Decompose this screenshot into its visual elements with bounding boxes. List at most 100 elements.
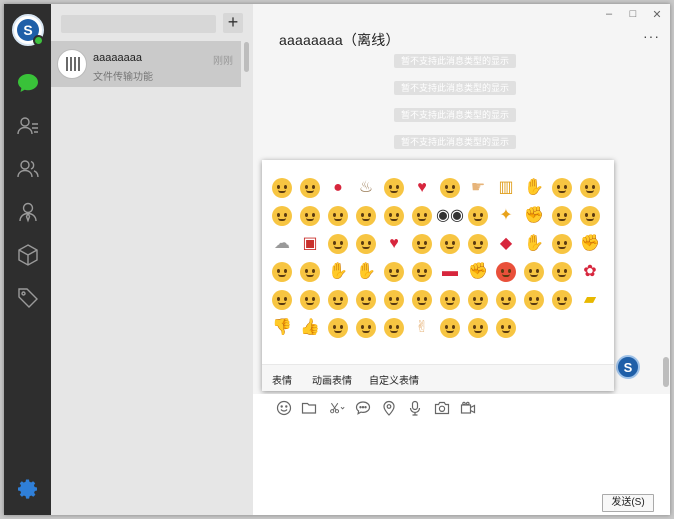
sweating-face-emoji-icon[interactable] xyxy=(354,204,378,228)
settings-gear-icon[interactable] xyxy=(15,476,41,502)
pouting-face-emoji-icon[interactable] xyxy=(494,260,518,284)
worried-face-emoji-icon[interactable] xyxy=(466,316,490,340)
message-input[interactable]: 发送(S) xyxy=(253,422,670,515)
fist-emoji-icon[interactable]: ✊ xyxy=(466,260,490,284)
tab-animated-emoji[interactable]: 动画表情 xyxy=(312,372,352,387)
angry-face-emoji-icon[interactable] xyxy=(270,176,294,200)
raised-fist-emoji-icon[interactable]: ✊ xyxy=(522,204,546,228)
smirk-face-emoji-icon[interactable] xyxy=(550,260,574,284)
pensive-face-emoji-icon[interactable] xyxy=(382,260,406,284)
tab-emoji[interactable]: 表情 xyxy=(272,372,292,387)
squinting-face-emoji-icon[interactable] xyxy=(466,288,490,312)
kiss-face-emoji-icon[interactable] xyxy=(438,176,462,200)
thumbs-down-emoji-icon[interactable]: 👎 xyxy=(270,316,294,340)
list-scrollbar[interactable] xyxy=(244,42,249,72)
microphone-icon[interactable] xyxy=(406,399,424,417)
crying-face-emoji-icon[interactable] xyxy=(298,204,322,228)
emoji-icon[interactable] xyxy=(275,399,293,417)
unamused-face-emoji-icon[interactable] xyxy=(410,288,434,312)
yum-face-emoji-icon[interactable] xyxy=(494,316,518,340)
fearful-face-emoji-icon[interactable] xyxy=(550,176,574,200)
beaming-face-emoji-icon[interactable] xyxy=(382,288,406,312)
sad-face-emoji-icon[interactable] xyxy=(326,204,350,228)
chat-scrollbar[interactable] xyxy=(663,357,669,387)
blushing-face-emoji-icon[interactable] xyxy=(382,204,406,228)
scream-face-emoji-icon[interactable] xyxy=(466,204,490,228)
handshake-emoji-icon[interactable]: ✋ xyxy=(522,176,546,200)
add-button[interactable]: + xyxy=(223,13,243,33)
mask-face-emoji-icon[interactable] xyxy=(550,232,574,256)
eyes-emoji-icon[interactable]: ◉◉ xyxy=(436,204,464,228)
birthday-cake-emoji-icon[interactable]: ♨ xyxy=(354,176,378,200)
lips-emoji-icon[interactable]: ◆ xyxy=(494,232,518,256)
smirking-face-emoji-icon[interactable] xyxy=(382,316,406,340)
tab-custom-emoji[interactable]: 自定义表情 xyxy=(369,372,419,387)
nav-apps-icon[interactable] xyxy=(15,242,41,268)
grimacing-face-emoji-icon[interactable] xyxy=(298,288,322,312)
joy-face-emoji-icon[interactable] xyxy=(410,232,434,256)
sob-face-emoji-icon[interactable] xyxy=(438,288,462,312)
location-icon[interactable] xyxy=(380,399,398,417)
relieved-face-emoji-icon[interactable] xyxy=(522,260,546,284)
red-heart-emoji-icon[interactable]: ♥ xyxy=(382,232,406,256)
victory-hand-emoji-icon[interactable]: ✌ xyxy=(410,316,434,340)
cold-sweat-face-emoji-icon[interactable] xyxy=(550,288,574,312)
beer-mug-emoji-icon[interactable]: ▥ xyxy=(494,176,518,200)
rose-emoji-icon[interactable]: ✿ xyxy=(578,260,602,284)
folder-icon[interactable] xyxy=(300,399,318,417)
sleepy-face-emoji-icon[interactable] xyxy=(326,288,350,312)
nav-tag-icon[interactable] xyxy=(15,285,41,311)
balloon-emoji-icon[interactable]: ● xyxy=(326,176,350,200)
nav-chat-icon[interactable] xyxy=(15,70,41,96)
user-avatar[interactable]: S xyxy=(12,14,44,46)
winking-face-emoji-icon[interactable] xyxy=(438,316,462,340)
party-popper-emoji-icon[interactable]: ✦ xyxy=(494,204,518,228)
broken-heart-emoji-icon[interactable]: ♥ xyxy=(410,176,434,200)
nav-groups-icon[interactable] xyxy=(15,156,41,182)
dizzy-face-emoji-icon[interactable] xyxy=(326,316,350,340)
persevering-face-emoji-icon[interactable] xyxy=(578,176,602,200)
ghost-emoji-icon[interactable]: ☁ xyxy=(270,232,294,256)
chat-history-icon[interactable] xyxy=(354,399,372,417)
nav-organization-icon[interactable] xyxy=(15,199,41,225)
blank-face-emoji-icon[interactable] xyxy=(270,260,294,284)
sunglasses-face-emoji-icon[interactable] xyxy=(494,288,518,312)
grinning-face-emoji-icon[interactable] xyxy=(326,232,350,256)
grin-face-emoji-icon[interactable] xyxy=(466,232,490,256)
kissing-face-emoji-icon[interactable] xyxy=(298,176,322,200)
pointing-hand-emoji-icon[interactable]: ☛ xyxy=(466,176,490,200)
tired-face-emoji-icon[interactable] xyxy=(354,316,378,340)
wink-face-emoji-icon[interactable] xyxy=(438,232,462,256)
smiling-face-emoji-icon[interactable] xyxy=(382,176,406,200)
screaming-face-emoji-icon[interactable] xyxy=(270,288,294,312)
astonished-face-emoji-icon[interactable] xyxy=(550,204,574,228)
confused-face-emoji-icon[interactable] xyxy=(270,204,294,228)
minimize-button[interactable]: – xyxy=(602,8,616,20)
camera-icon[interactable] xyxy=(433,399,451,417)
search-input[interactable] xyxy=(61,15,216,33)
tongue-face-emoji-icon[interactable] xyxy=(298,260,322,284)
frowning-face-emoji-icon[interactable] xyxy=(578,204,602,228)
neutral-face-emoji-icon[interactable] xyxy=(410,204,434,228)
heart-eyes-face-emoji-icon[interactable] xyxy=(354,232,378,256)
send-button[interactable]: 发送(S) xyxy=(602,494,654,512)
more-options-button[interactable]: ··· xyxy=(643,28,660,44)
downcast-face-emoji-icon[interactable] xyxy=(522,288,546,312)
taxi-emoji-icon[interactable]: ▰ xyxy=(578,288,602,312)
conversation-item[interactable]: aaaaaaaa 文件传输功能 刚刚 xyxy=(51,41,241,87)
scissors-icon[interactable] xyxy=(326,399,348,417)
flexed-biceps-emoji-icon[interactable]: ✊ xyxy=(578,232,602,256)
nav-contacts-icon[interactable] xyxy=(15,113,41,139)
input-toolbar xyxy=(253,394,670,422)
close-button[interactable]: ✕ xyxy=(650,8,664,21)
thumbs-up-emoji-icon[interactable]: 👍 xyxy=(298,316,322,340)
disappointed-face-emoji-icon[interactable] xyxy=(410,260,434,284)
pill-emoji-icon[interactable]: ▬ xyxy=(438,260,462,284)
clapping-hands-emoji-icon[interactable]: ✋ xyxy=(522,232,546,256)
maximize-button[interactable]: □ xyxy=(626,8,640,20)
folded-hands-emoji-icon[interactable]: ✋ xyxy=(354,260,378,284)
video-call-icon[interactable] xyxy=(459,399,477,417)
ok-hand-emoji-icon[interactable]: ✋ xyxy=(326,260,350,284)
gift-emoji-icon[interactable]: ▣ xyxy=(298,232,322,256)
weary-face-emoji-icon[interactable] xyxy=(354,288,378,312)
